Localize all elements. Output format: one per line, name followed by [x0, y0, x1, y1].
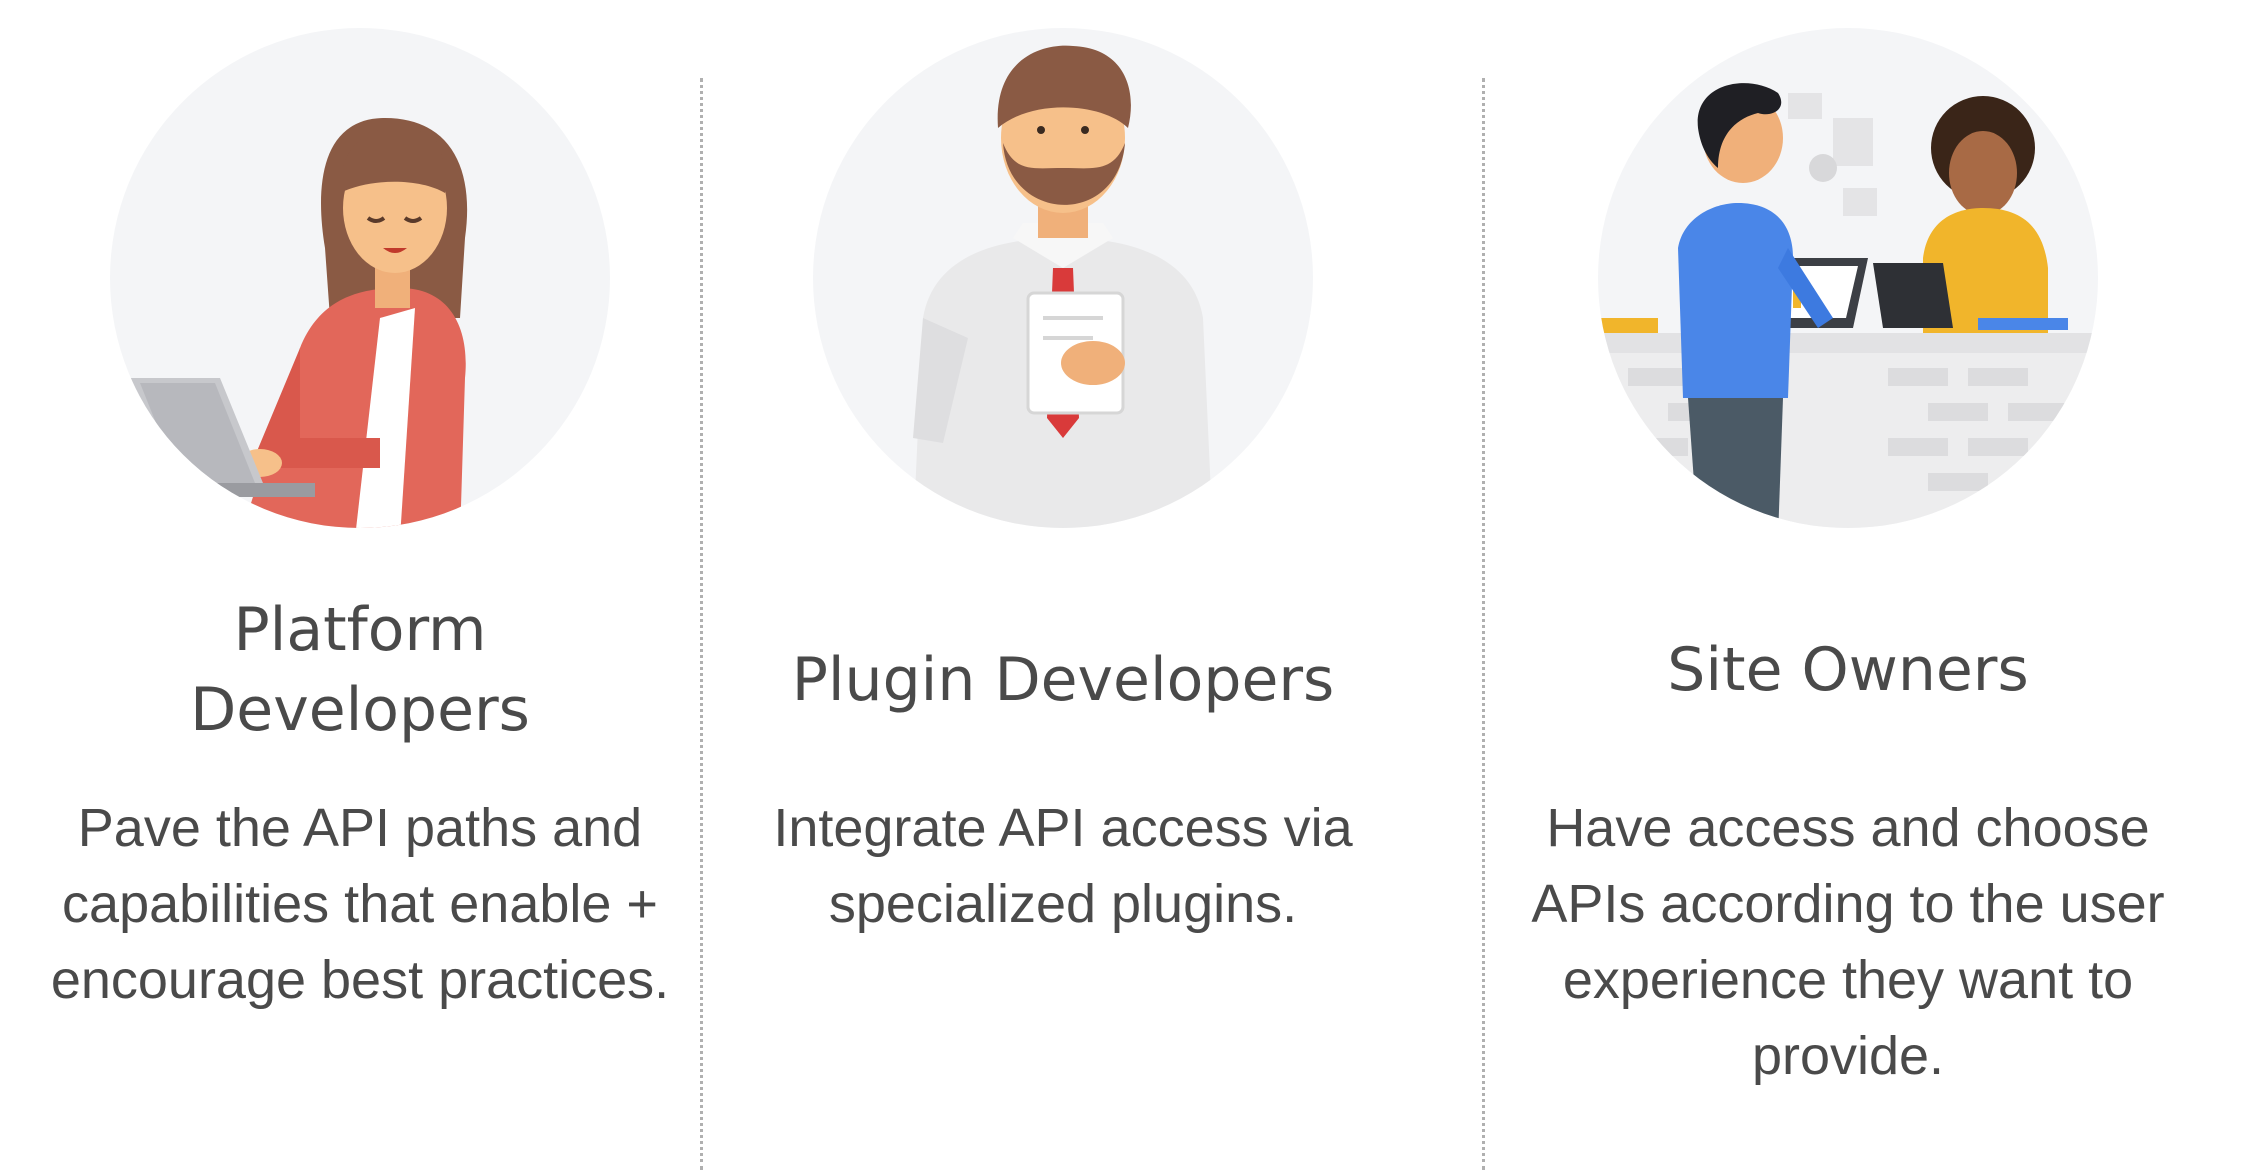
title-platform-developers: Platform Developers [190, 595, 530, 745]
description-site-owners: Have access and choose APIs according to… [1531, 798, 2165, 1086]
bearded-man-with-document-icon [813, 28, 1313, 528]
people-at-counter-icon [1598, 28, 2098, 528]
persona-platform-developers: Platform Developers Pave the API paths a… [0, 0, 720, 1170]
title-plugin-developers: Plugin Developers [791, 645, 1335, 715]
persona-plugin-developers: Plugin Developers Integrate API access v… [703, 0, 1423, 1170]
description-platform-developers: Pave the API paths and capabilities that… [50, 798, 670, 1010]
column-divider [1482, 78, 1485, 1170]
description-plugin-developers: Integrate API access via specialized plu… [773, 798, 1353, 934]
title-site-owners: Site Owners [1667, 635, 2029, 705]
persona-site-owners: Site Owners Have access and choose APIs … [1488, 0, 2208, 1170]
woman-with-laptop-icon [110, 28, 610, 528]
